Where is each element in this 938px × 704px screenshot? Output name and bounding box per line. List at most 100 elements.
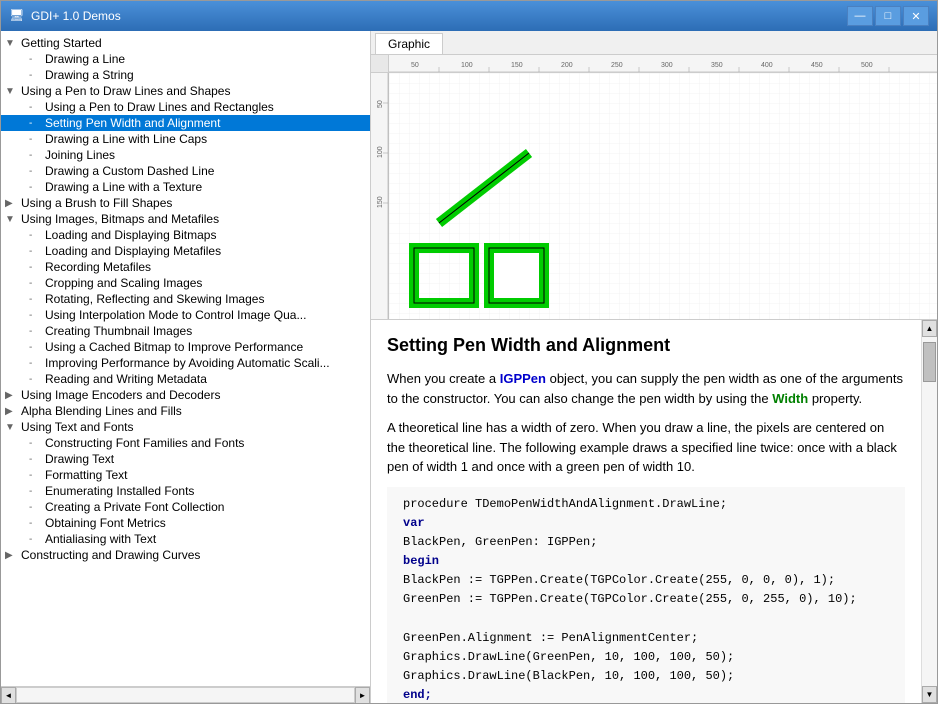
- tree-item-private-font[interactable]: - Creating a Private Font Collection: [1, 499, 370, 515]
- code-line-begin: begin: [403, 552, 889, 571]
- code-line-var: var: [403, 514, 889, 533]
- tree-item-formatting-text[interactable]: - Formatting Text: [1, 467, 370, 483]
- tree-item-drawing-line[interactable]: - Drawing a Line: [1, 51, 370, 67]
- leaf-dash: -: [29, 150, 45, 161]
- tree-item-using-pen[interactable]: ▼ Using a Pen to Draw Lines and Shapes: [1, 83, 370, 99]
- ruler-vertical: 50 100 150: [371, 73, 389, 320]
- maximize-button[interactable]: □: [875, 6, 901, 26]
- tree-item-image-encoders[interactable]: ▶ Using Image Encoders and Decoders: [1, 387, 370, 403]
- tree-item-text-fonts[interactable]: ▼ Using Text and Fonts: [1, 419, 370, 435]
- tree-item-recording-metafiles[interactable]: - Recording Metafiles: [1, 259, 370, 275]
- tree-item-label: Drawing a Line with Line Caps: [45, 132, 370, 146]
- tree-item-pen-width-align[interactable]: - Setting Pen Width and Alignment: [1, 115, 370, 131]
- svg-text:450: 450: [811, 62, 823, 69]
- tree-item-label: Formatting Text: [45, 468, 370, 482]
- tree-item-enum-fonts[interactable]: - Enumerating Installed Fonts: [1, 483, 370, 499]
- tree-item-pen-lines-rects[interactable]: - Using a Pen to Draw Lines and Rectangl…: [1, 99, 370, 115]
- leaf-dash: -: [29, 102, 45, 113]
- tree-item-drawing-curves[interactable]: ▶ Constructing and Drawing Curves: [1, 547, 370, 563]
- tree-item-thumbnail[interactable]: - Creating Thumbnail Images: [1, 323, 370, 339]
- expand-arrow: ▶: [5, 550, 21, 561]
- tree-item-loading-bitmaps[interactable]: - Loading and Displaying Bitmaps: [1, 227, 370, 243]
- tree-item-loading-metafiles[interactable]: - Loading and Displaying Metafiles: [1, 243, 370, 259]
- tree-item-label: Constructing and Drawing Curves: [21, 548, 370, 562]
- tree-item-joining-lines[interactable]: - Joining Lines: [1, 147, 370, 163]
- drawing-canvas: [389, 73, 937, 320]
- minimize-button[interactable]: —: [847, 6, 873, 26]
- tree-item-cached-bitmap[interactable]: - Using a Cached Bitmap to Improve Perfo…: [1, 339, 370, 355]
- scroll-right-button[interactable]: ►: [355, 687, 370, 703]
- tree-item-label: Drawing a Line with a Texture: [45, 180, 370, 194]
- tree-item-label: Using Image Encoders and Decoders: [21, 388, 370, 402]
- leaf-dash: -: [29, 374, 45, 385]
- tree-item-drawing-string[interactable]: - Drawing a String: [1, 67, 370, 83]
- title-bar: 🖥 GDI+ 1.0 Demos — □ ✕: [1, 1, 937, 31]
- tree-item-getting-started[interactable]: ▼ Getting Started: [1, 35, 370, 51]
- tree-item-interpolation[interactable]: - Using Interpolation Mode to Control Im…: [1, 307, 370, 323]
- code-line-5: Graphics.DrawLine(GreenPen, 10, 100, 100…: [403, 648, 889, 667]
- expand-arrow: ▼: [5, 214, 21, 225]
- tree-item-label: Enumerating Installed Fonts: [45, 484, 370, 498]
- tree-item-line-texture[interactable]: - Drawing a Line with a Texture: [1, 179, 370, 195]
- window-controls: — □ ✕: [847, 6, 929, 26]
- close-button[interactable]: ✕: [903, 6, 929, 26]
- svg-text:50: 50: [411, 62, 419, 69]
- scroll-track: [16, 687, 355, 703]
- tree-item-line-caps[interactable]: - Drawing a Line with Line Caps: [1, 131, 370, 147]
- code-line-end: end;: [403, 686, 889, 703]
- content-scroll-thumb[interactable]: [923, 342, 936, 382]
- tree-item-label: Getting Started: [21, 36, 370, 50]
- content-text: Setting Pen Width and Alignment When you…: [371, 320, 921, 703]
- content-scroll-down-button[interactable]: ▼: [922, 686, 937, 703]
- tab-bar: Graphic: [371, 31, 937, 55]
- scroll-left-button[interactable]: ◄: [1, 687, 16, 703]
- content-area: Setting Pen Width and Alignment When you…: [371, 320, 937, 703]
- svg-text:150: 150: [511, 62, 523, 69]
- tree-item-label: Using a Pen to Draw Lines and Shapes: [21, 84, 370, 98]
- tree-item-custom-dashed[interactable]: - Drawing a Custom Dashed Line: [1, 163, 370, 179]
- leaf-dash: -: [29, 230, 45, 241]
- leaf-dash: -: [29, 518, 45, 529]
- tree-item-cropping[interactable]: - Cropping and Scaling Images: [1, 275, 370, 291]
- code-line-proc: procedure TDemoPenWidthAndAlignment.Draw…: [403, 495, 889, 514]
- tree-item-images-bitmaps[interactable]: ▼ Using Images, Bitmaps and Metafiles: [1, 211, 370, 227]
- tree-item-label: Using a Pen to Draw Lines and Rectangles: [45, 100, 370, 114]
- tree-item-drawing-text[interactable]: - Drawing Text: [1, 451, 370, 467]
- tree-item-label: Creating Thumbnail Images: [45, 324, 370, 338]
- tree-item-brush-fill[interactable]: ▶ Using a Brush to Fill Shapes: [1, 195, 370, 211]
- leaf-dash: -: [29, 54, 45, 65]
- ruler-corner: [371, 55, 389, 73]
- app-icon: 🖥: [9, 8, 25, 24]
- leaf-dash: -: [29, 342, 45, 353]
- tree-item-rotating[interactable]: - Rotating, Reflecting and Skewing Image…: [1, 291, 370, 307]
- content-para-1: When you create a IGPPen object, you can…: [387, 369, 905, 408]
- leaf-dash: -: [29, 246, 45, 257]
- svg-text:100: 100: [377, 146, 384, 158]
- content-scroll-track: [922, 337, 937, 686]
- leaf-dash: -: [29, 502, 45, 513]
- tree-item-antialiasing[interactable]: - Antialiasing with Text: [1, 531, 370, 547]
- tree-view[interactable]: ▼ Getting Started - Drawing a Line - Dra…: [1, 31, 370, 686]
- code-line-1: BlackPen := TGPPen.Create(TGPColor.Creat…: [403, 571, 889, 590]
- leaf-dash: -: [29, 182, 45, 193]
- tree-item-label: Obtaining Font Metrics: [45, 516, 370, 530]
- svg-text:250: 250: [611, 62, 623, 69]
- tree-item-label: Joining Lines: [45, 148, 370, 162]
- tree-item-label: Using a Cached Bitmap to Improve Perform…: [45, 340, 370, 354]
- tree-item-font-families[interactable]: - Constructing Font Families and Fonts: [1, 435, 370, 451]
- tree-item-reading-metadata[interactable]: - Reading and Writing Metadata: [1, 371, 370, 387]
- tree-item-label: Drawing Text: [45, 452, 370, 466]
- ruler-vertical-area: 50 100 150: [371, 73, 937, 320]
- svg-text:500: 500: [861, 62, 873, 69]
- content-scroll-up-button[interactable]: ▲: [922, 320, 937, 337]
- svg-text:150: 150: [377, 196, 384, 208]
- tree-item-alpha-blending[interactable]: ▶ Alpha Blending Lines and Fills: [1, 403, 370, 419]
- tree-item-label: Improving Performance by Avoiding Automa…: [45, 356, 370, 370]
- app-title: GDI+ 1.0 Demos: [31, 9, 847, 23]
- expand-arrow: ▼: [5, 422, 21, 433]
- tree-item-font-metrics[interactable]: - Obtaining Font Metrics: [1, 515, 370, 531]
- graphic-tab[interactable]: Graphic: [375, 33, 443, 54]
- tree-item-label: Constructing Font Families and Fonts: [45, 436, 370, 450]
- tree-item-improving-perf[interactable]: - Improving Performance by Avoiding Auto…: [1, 355, 370, 371]
- highlight-igppen: IGPPen: [500, 371, 546, 386]
